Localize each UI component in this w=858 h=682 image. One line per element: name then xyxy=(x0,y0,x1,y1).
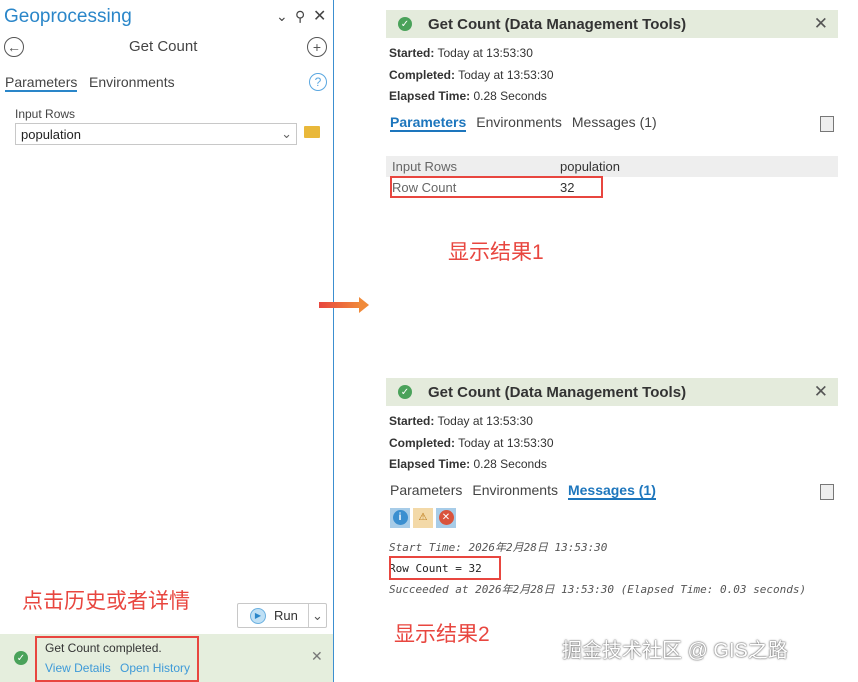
input-value: population xyxy=(21,127,81,142)
tab-messages[interactable]: Messages (1) xyxy=(567,482,656,500)
annotation-click: 点击历史或者详情 xyxy=(22,590,190,613)
info-icon: i xyxy=(392,510,408,525)
help-icon[interactable]: ? xyxy=(309,73,327,91)
run-dropdown[interactable]: ⌄ xyxy=(308,604,326,627)
param-name: Input Rows xyxy=(392,158,458,174)
status-bar: ✓ Get Count completed. View Details Open… xyxy=(0,634,333,682)
close-icon[interactable]: ✕ xyxy=(814,382,828,402)
tab-messages[interactable]: Messages (1) xyxy=(572,114,657,132)
close-icon[interactable]: ✕ xyxy=(313,6,326,26)
completed-label: Completed: xyxy=(389,67,455,82)
highlight-box xyxy=(390,175,603,198)
copy-icon[interactable] xyxy=(820,483,834,500)
elapsed-value: 0.28 Seconds xyxy=(473,457,547,471)
started-value: Today at 13:53:30 xyxy=(437,46,533,60)
open-history-link[interactable]: Open History xyxy=(120,661,190,675)
elapsed-value: 0.28 Seconds xyxy=(473,89,547,103)
copy-icon[interactable] xyxy=(820,115,834,132)
message-line: Row Count = 32 xyxy=(389,555,838,580)
message-line: Start Time: 2026年2月28日 13:53:30 xyxy=(389,540,608,554)
details-panel-parameters: ✓ Get Count (Data Management Tools) ✕ Star… xyxy=(386,10,838,198)
success-icon: ✓ xyxy=(398,385,412,399)
view-details-link[interactable]: View Details xyxy=(45,661,111,675)
success-icon: ✓ xyxy=(398,17,412,31)
message-line: Succeeded at 2026年2月28日 13:53:30 (Elapse… xyxy=(389,582,807,596)
highlight-box xyxy=(389,555,501,580)
back-icon[interactable]: ← xyxy=(4,37,24,57)
close-icon[interactable]: ✕ xyxy=(814,14,828,34)
completed-label: Completed: xyxy=(389,435,455,450)
pin-icon[interactable]: ⚲ xyxy=(295,8,305,25)
tab-parameters[interactable]: Parameters xyxy=(390,114,467,132)
info-filter-button[interactable]: i xyxy=(390,507,410,528)
tab-parameters[interactable]: Parameters xyxy=(390,482,462,500)
started-label: Started: xyxy=(389,46,435,60)
input-rows-field[interactable]: population ⌄ xyxy=(15,123,297,145)
param-value: population xyxy=(560,158,620,174)
annotation-result1: 显示结果1 xyxy=(448,241,544,264)
arrow-icon xyxy=(319,297,369,313)
param-row: Row Count 32 xyxy=(386,175,838,198)
tab-environments[interactable]: Environments xyxy=(89,74,175,90)
success-icon: ✓ xyxy=(14,651,28,665)
details-panel-messages: ✓ Get Count (Data Management Tools) ✕ Star… xyxy=(386,378,838,600)
pane-title: Geoprocessing xyxy=(4,6,132,27)
error-filter-button[interactable]: ✕ xyxy=(436,507,456,528)
panel-title: Get Count (Data Management Tools) xyxy=(428,383,687,401)
completed-value: Today at 13:53:30 xyxy=(458,67,554,82)
tab-environments[interactable]: Environments xyxy=(472,482,558,500)
param-row: Input Rows population xyxy=(386,155,838,177)
warning-icon: ⚠ xyxy=(418,512,428,523)
geoprocessing-pane: Geoprocessing ⌄ ⚲ ✕ ← Get Count + Parame… xyxy=(0,0,334,682)
annotation-result2: 显示结果2 xyxy=(394,623,490,646)
panel-title: Get Count (Data Management Tools) xyxy=(428,15,687,33)
add-icon[interactable]: + xyxy=(307,37,327,57)
run-label: Run xyxy=(274,608,298,623)
elapsed-label: Elapsed Time: xyxy=(389,89,471,103)
tab-environments[interactable]: Environments xyxy=(476,114,562,132)
run-button[interactable]: ▶ Run ⌄ xyxy=(237,603,327,628)
warning-filter-button[interactable]: ⚠ xyxy=(413,507,433,528)
status-text: Get Count completed. xyxy=(45,641,162,655)
play-icon: ▶ xyxy=(250,607,266,624)
input-rows-label: Input Rows xyxy=(15,107,76,121)
chevron-down-icon[interactable]: ⌄ xyxy=(276,8,288,25)
tab-parameters[interactable]: Parameters xyxy=(5,74,78,92)
folder-icon[interactable] xyxy=(304,126,320,138)
error-icon: ✕ xyxy=(438,510,454,525)
tool-name: Get Count xyxy=(129,38,198,55)
watermark: 掘金技术社区 @ GIS之路 xyxy=(562,640,788,662)
started-value: Today at 13:53:30 xyxy=(437,414,533,428)
close-icon[interactable]: ✕ xyxy=(311,648,323,665)
completed-value: Today at 13:53:30 xyxy=(458,435,554,450)
elapsed-label: Elapsed Time: xyxy=(389,457,471,471)
chevron-down-icon[interactable]: ⌄ xyxy=(281,126,292,142)
started-label: Started: xyxy=(389,414,435,428)
